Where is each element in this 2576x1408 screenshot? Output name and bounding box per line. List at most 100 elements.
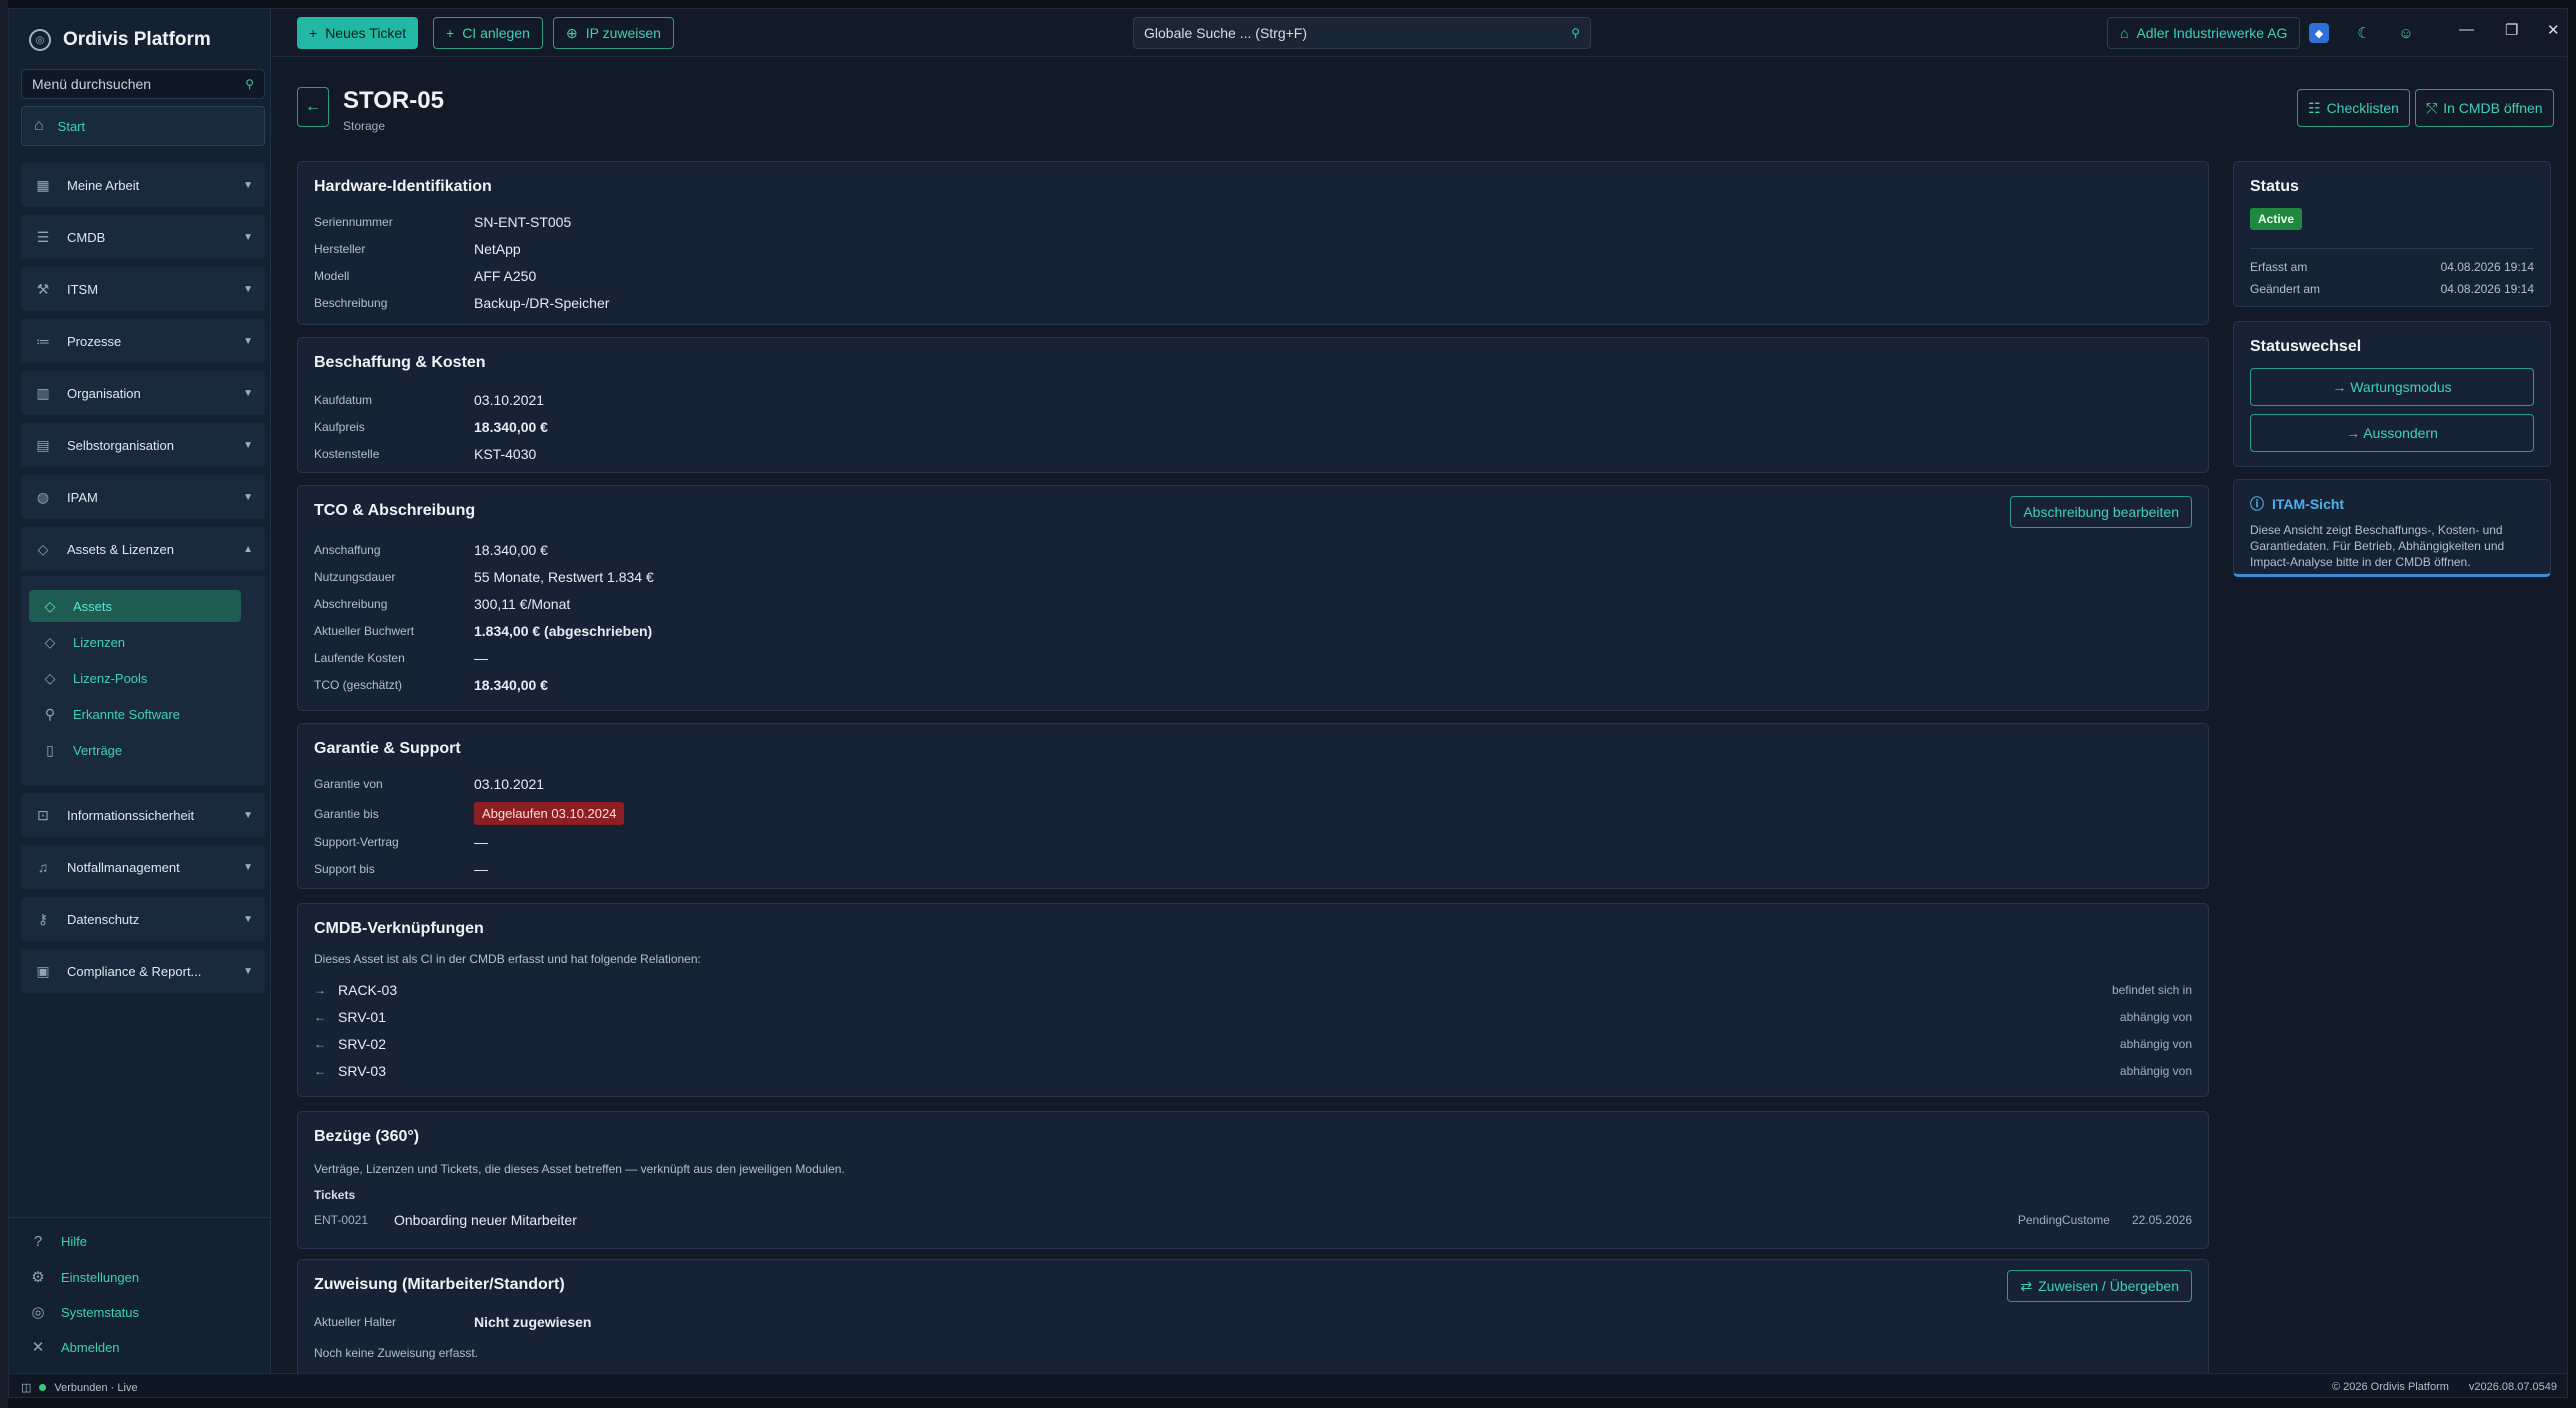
kv-value: — [474,834,488,850]
sidebar-group-label: Notfallmanagement [67,859,180,875]
sidebar: ◎ Ordivis Platform Menü durchsuchen ⚲ ⌂ … [9,9,271,1373]
kv-row: Kostenstelle KST-4030 [314,446,536,462]
logo-icon: ◎ [29,29,51,51]
sidebar-group-notfallmanagement[interactable]: ♫ Notfallmanagement ▼ [21,845,265,889]
retire-button[interactable]: → Aussondern [2250,414,2534,452]
card-title: CMDB-Verknüpfungen [314,920,484,937]
sidebar-item-lizenz-pools[interactable]: ◇ Lizenz-Pools [29,662,241,694]
system-status-link[interactable]: ◎ Systemstatus [29,1303,139,1321]
kv-row: Kaufpreis 18.340,00 € [314,419,548,435]
theme-moon-icon[interactable]: ☾ [2353,22,2375,44]
assign-ip-button[interactable]: ⊕ IP zuweisen [553,17,674,49]
kv-label: Hersteller [314,242,366,256]
sidebar-group-organisation[interactable]: ▥ Organisation ▼ [21,371,265,415]
window-close-icon[interactable]: ✕ [2547,21,2560,39]
sidebar-item-lizenzen[interactable]: ◇ Lizenzen [29,626,241,658]
sidebar-group-informationssicherheit[interactable]: ⊡ Informationssicherheit ▼ [21,793,265,837]
version: v2026.08.07.0549 [2468,1381,2557,1393]
created-row: Erfasst am 04.08.2026 19:14 [2250,260,2534,274]
chevron-down-icon: ▼ [243,913,253,925]
ticket-id: ENT-0021 [314,1213,369,1227]
user-icon[interactable]: ☺ [2395,22,2417,44]
created-value: 04.08.2026 19:14 [2440,260,2534,274]
company-selector[interactable]: ⌂ Adler Industriewerke AG [2107,17,2301,49]
kv-value: 55 Monate, Restwert 1.834 € [474,569,654,585]
help-icon: ? [33,1233,43,1250]
kv-row: Aktueller Halter Nicht zugewiesen [314,1314,591,1330]
card-title: Garantie & Support [314,740,461,757]
arrow-left-icon: ← [314,1010,326,1024]
sidebar-item-erkannte-software[interactable]: ⚲ Erkannte Software [29,698,241,730]
back-button[interactable]: ← [297,87,329,127]
close-icon: ✕ [31,1339,45,1356]
chevron-down-icon: ▼ [243,809,253,821]
sidebar-group-datenschutz[interactable]: ⚷ Datenschutz ▼ [21,897,265,941]
company-name: Adler Industriewerke AG [2136,25,2288,41]
arrow-left-icon: ← [305,98,321,115]
settings-link[interactable]: ⚙ Einstellungen [29,1268,139,1286]
sidebar-group-assets-lizenzen[interactable]: ◇ Assets & Lizenzen ▲ [21,527,265,571]
warranty-expired-badge: Abgelaufen 03.10.2024 [474,802,625,825]
relation-ci: RACK-03 [338,982,398,998]
assign-transfer-button[interactable]: ⇄ Zuweisen / Übergeben [2007,1270,2192,1302]
new-ticket-button[interactable]: + Neues Ticket [297,17,419,49]
plus-icon: + [446,25,455,41]
sidebar-item-vertraege[interactable]: ▯ Verträge [29,734,241,766]
sidebar-item-assets[interactable]: ◇ Assets [29,590,241,622]
kv-row: Garantie bis Abgelaufen 03.10.2024 [314,802,625,825]
card-title: Zuweisung (Mitarbeiter/Standort) [314,1276,565,1293]
new-ticket-label: Neues Ticket [325,25,407,41]
search-icon: ⚲ [44,705,56,722]
relation-type: abhängig von [2119,1010,2192,1024]
kv-label: Garantie von [314,777,383,791]
sidebar-group-selbstorganisation[interactable]: ▤ Selbstorganisation ▼ [21,423,265,467]
plus-icon: + [309,25,318,41]
sidebar-group-itsm[interactable]: ⚒ ITSM ▼ [21,267,265,311]
create-ci-button[interactable]: + CI anlegen [433,17,543,49]
edit-depreciation-label: Abschreibung bearbeiten [2023,504,2179,520]
sidebar-group-label: Selbstorganisation [67,437,174,453]
kv-label: Kaufpreis [314,420,365,434]
app-name: Ordivis Platform [63,29,211,50]
kv-row: Support bis — [314,861,488,877]
app-window: ◎ Ordivis Platform Menü durchsuchen ⚲ ⌂ … [8,8,2568,1398]
network-icon: ◍ [36,488,50,505]
checklists-button[interactable]: ☷ Checklisten [2297,89,2410,127]
sidebar-group-label: IPAM [67,489,98,505]
edit-depreciation-button[interactable]: Abschreibung bearbeiten [2010,496,2192,528]
global-search-input[interactable]: Globale Suche ... (Strg+F) ⚲ [1133,17,1591,49]
relation-row[interactable]: ← SRV-03 abhängig von [314,1063,2192,1079]
minimize-icon[interactable]: — [2459,21,2474,38]
settings-label: Einstellungen [61,1269,140,1285]
help-link[interactable]: ? Hilfe [29,1233,87,1250]
sidebar-group-label: ITSM [67,281,99,297]
sidebar-group-label: Informationssicherheit [67,807,195,823]
assign-transfer-label: Zuweisen / Übergeben [2038,1278,2179,1294]
sidebar-group-prozesse[interactable]: ≔ Prozesse ▼ [21,319,265,363]
kv-row: TCO (geschätzt) 18.340,00 € [314,677,548,693]
status-icon: ◎ [31,1304,45,1321]
brand[interactable]: ◎ Ordivis Platform [29,29,211,51]
kv-value: Nicht zugewiesen [474,1314,592,1330]
sidebar-group-compliance[interactable]: ▣ Compliance & Report... ▼ [21,949,265,993]
notifications-icon[interactable]: ◆ [2309,23,2329,43]
kv-label: Support bis [314,862,375,876]
sidebar-group-ipam[interactable]: ◍ IPAM ▼ [21,475,265,519]
relation-row[interactable]: → RACK-03 befindet sich in [314,982,2192,998]
sidebar-group-cmdb[interactable]: ☰ CMDB ▼ [21,215,265,259]
sidebar-item-start[interactable]: ⌂ Start [21,106,265,146]
ticket-row[interactable]: ENT-0021 Onboarding neuer Mitarbeiter Pe… [314,1212,2192,1228]
maintenance-mode-button[interactable]: → Wartungsmodus [2250,368,2534,406]
restore-icon[interactable]: ❐ [2505,21,2518,39]
open-cmdb-button[interactable]: ⤲ In CMDB öffnen [2415,89,2554,127]
menu-search-input[interactable]: Menü durchsuchen ⚲ [21,69,265,99]
panel-toggle-icon[interactable]: ◫ [21,1381,31,1394]
kv-value: Backup-/DR-Speicher [474,295,610,311]
card-title: Beschaffung & Kosten [314,354,486,371]
relation-row[interactable]: ← SRV-01 abhängig von [314,1009,2192,1025]
relation-row[interactable]: ← SRV-02 abhängig von [314,1036,2192,1052]
sidebar-group-meine-arbeit[interactable]: ▦ Meine Arbeit ▼ [21,163,265,207]
logout-link[interactable]: ✕ Abmelden [29,1338,120,1356]
divider [2250,248,2534,249]
kv-label: Nutzungsdauer [314,570,396,584]
